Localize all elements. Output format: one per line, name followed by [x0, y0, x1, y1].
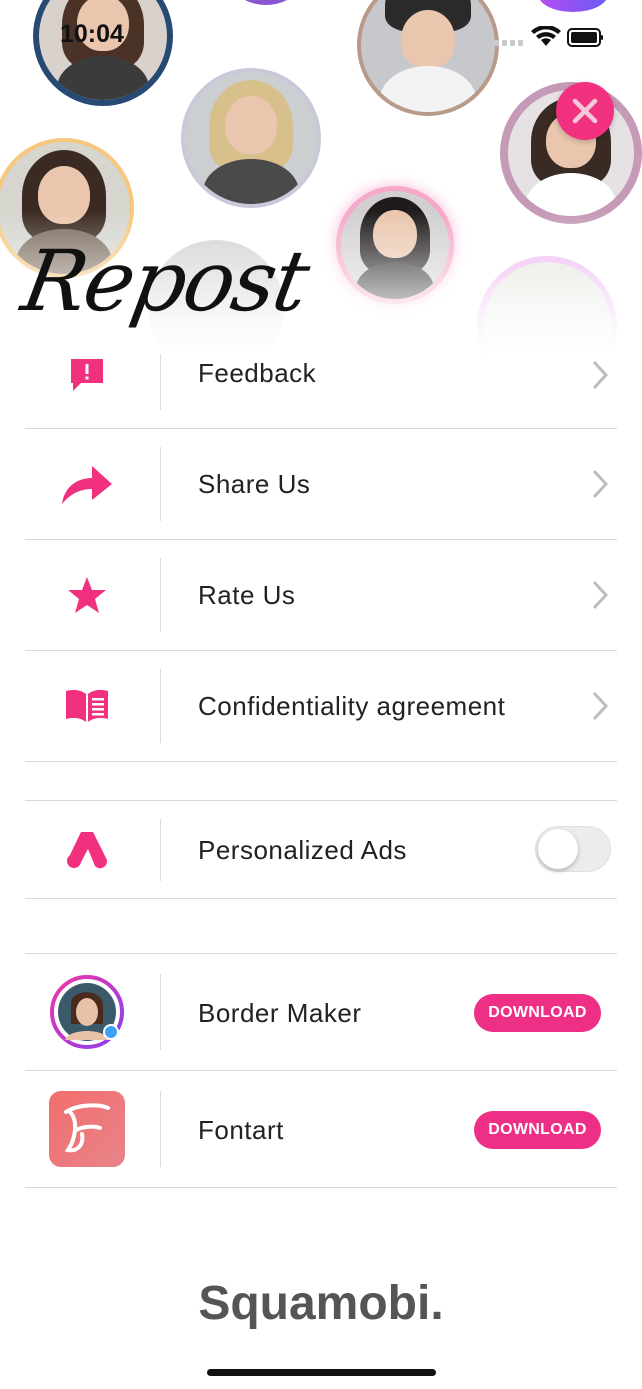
battery-icon	[567, 28, 603, 47]
avatar	[357, 0, 499, 116]
divider	[25, 761, 617, 762]
app-name: Fontart	[198, 1115, 284, 1145]
feedback-icon	[25, 354, 149, 396]
row-divider	[160, 669, 161, 743]
border-maker-app-icon	[25, 954, 149, 1070]
menu-label: Feedback	[198, 358, 317, 388]
download-button[interactable]: DOWNLOAD	[474, 994, 601, 1032]
setting-label: Personalized Ads	[198, 835, 407, 865]
share-icon	[25, 429, 149, 539]
app-name: Border Maker	[198, 998, 362, 1028]
status-time: 10:04	[60, 20, 124, 48]
fontart-app-icon	[25, 1071, 149, 1187]
menu-label: Rate Us	[198, 580, 296, 610]
divider	[25, 898, 617, 899]
menu-item-share[interactable]: Share Us	[25, 429, 617, 539]
row-divider	[160, 1091, 161, 1167]
row-divider	[160, 558, 161, 632]
personalized-ads-toggle[interactable]	[535, 826, 611, 872]
toggle-knob	[538, 829, 578, 869]
avatar	[477, 256, 617, 360]
menu-label: Share Us	[198, 469, 311, 499]
menu-label: Confidentiality agreement	[198, 691, 506, 721]
avatar	[336, 186, 454, 304]
app-row-border-maker: Border Maker DOWNLOAD	[25, 954, 617, 1070]
avatar	[236, 0, 296, 5]
avatar	[181, 68, 321, 208]
download-button[interactable]: DOWNLOAD	[474, 1111, 601, 1149]
row-divider	[160, 819, 161, 881]
star-icon	[25, 540, 149, 650]
chevron-right-icon	[592, 469, 609, 499]
setting-personalized-ads: Personalized Ads	[25, 801, 617, 898]
menu-item-confidentiality[interactable]: Confidentiality agreement	[25, 651, 617, 761]
divider	[25, 1187, 617, 1188]
footer-brand: Squamobi.	[198, 1277, 444, 1330]
menu-item-rate[interactable]: Rate Us	[25, 540, 617, 650]
avatar	[33, 0, 173, 106]
signal-icon	[494, 40, 523, 46]
chevron-right-icon	[592, 580, 609, 610]
row-divider	[160, 354, 161, 410]
chevron-right-icon	[592, 691, 609, 721]
chevron-right-icon	[592, 360, 609, 390]
menu-item-feedback[interactable]: Feedback	[25, 354, 617, 429]
row-divider	[160, 447, 161, 521]
app-logo: Repost	[15, 232, 315, 330]
app-row-fontart: Fontart DOWNLOAD	[25, 1071, 617, 1187]
book-icon	[25, 651, 149, 761]
row-divider	[160, 974, 161, 1050]
status-icons	[494, 25, 604, 55]
header-collage: 10:04 Repost	[0, 0, 642, 360]
ads-icon	[25, 801, 149, 898]
close-button[interactable]	[556, 82, 614, 140]
avatar	[538, 0, 608, 12]
close-icon	[572, 98, 598, 124]
wifi-icon	[531, 25, 561, 46]
home-indicator[interactable]	[207, 1369, 436, 1376]
